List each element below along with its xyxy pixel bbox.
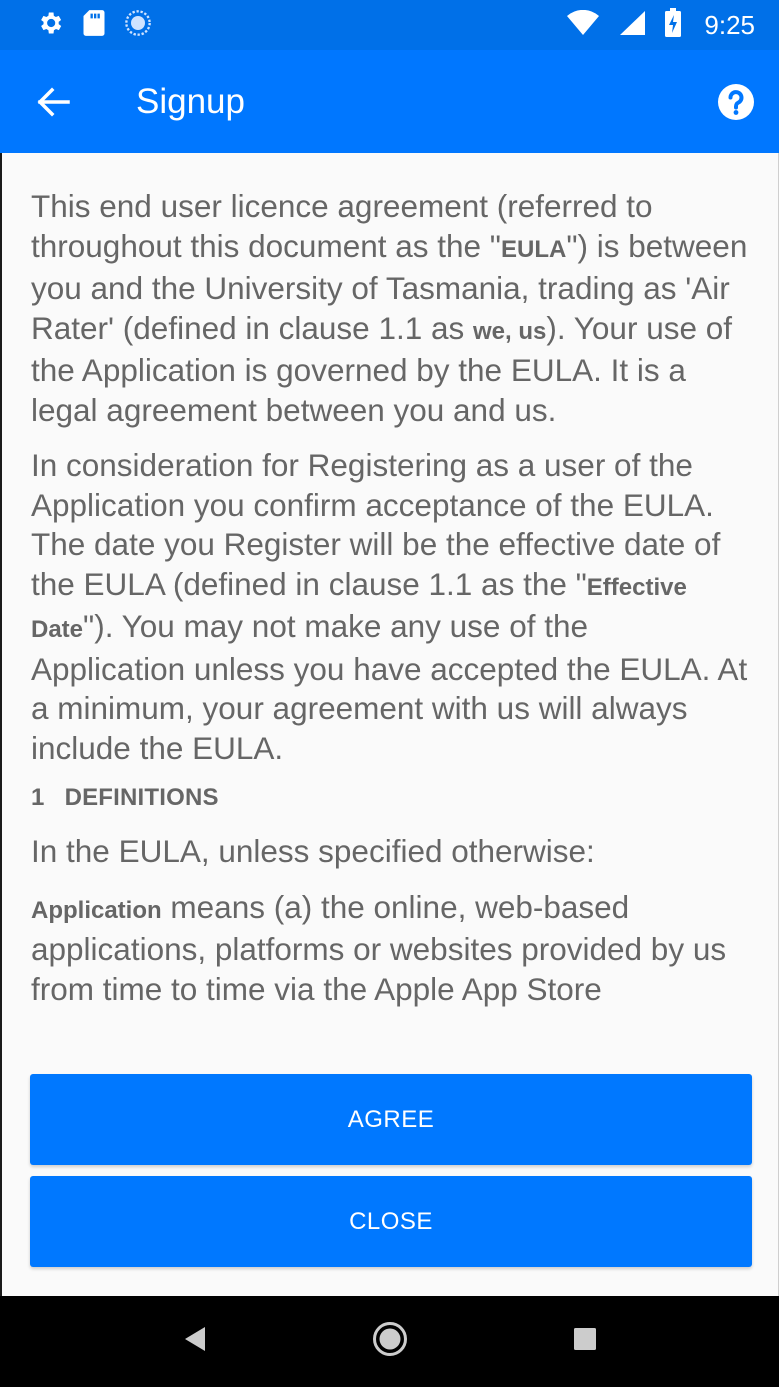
eula-paragraph-definitions-intro: In the EULA, unless specified otherwise:	[31, 833, 595, 869]
signup-screen: 9:25 Signup This end user licence agreem…	[0, 0, 779, 1387]
close-button[interactable]: CLOSE	[30, 1176, 752, 1267]
sd-card-icon	[82, 9, 106, 42]
app-bar: Signup	[0, 50, 779, 153]
nav-recents-icon[interactable]	[573, 1327, 597, 1356]
eula-paragraph-consideration: In consideration for Registering as a us…	[31, 447, 748, 766]
battery-charging-icon	[664, 7, 682, 43]
status-time: 9:25	[704, 9, 755, 40]
help-icon[interactable]	[717, 83, 755, 121]
eula-paragraph-intro: This end user licence agreement (referre…	[31, 188, 748, 428]
system-nav-bar	[0, 1296, 779, 1387]
section-heading-definitions: 1 DEFINITIONS	[31, 784, 219, 811]
nav-home-icon[interactable]	[372, 1321, 408, 1362]
sync-icon	[124, 9, 152, 42]
agree-button[interactable]: AGREE	[30, 1074, 752, 1165]
signal-icon	[618, 10, 646, 41]
status-bar: 9:25	[0, 0, 779, 50]
back-arrow-icon[interactable]	[36, 87, 70, 117]
eula-definition-application: Application means (a) the online, web-ba…	[31, 888, 727, 1007]
nav-back-icon[interactable]	[182, 1325, 208, 1358]
wifi-icon	[566, 9, 600, 41]
eula-scroll-area[interactable]: This end user licence agreement (referre…	[0, 153, 779, 1061]
page-title: Signup	[136, 81, 245, 121]
gear-icon	[36, 9, 64, 42]
